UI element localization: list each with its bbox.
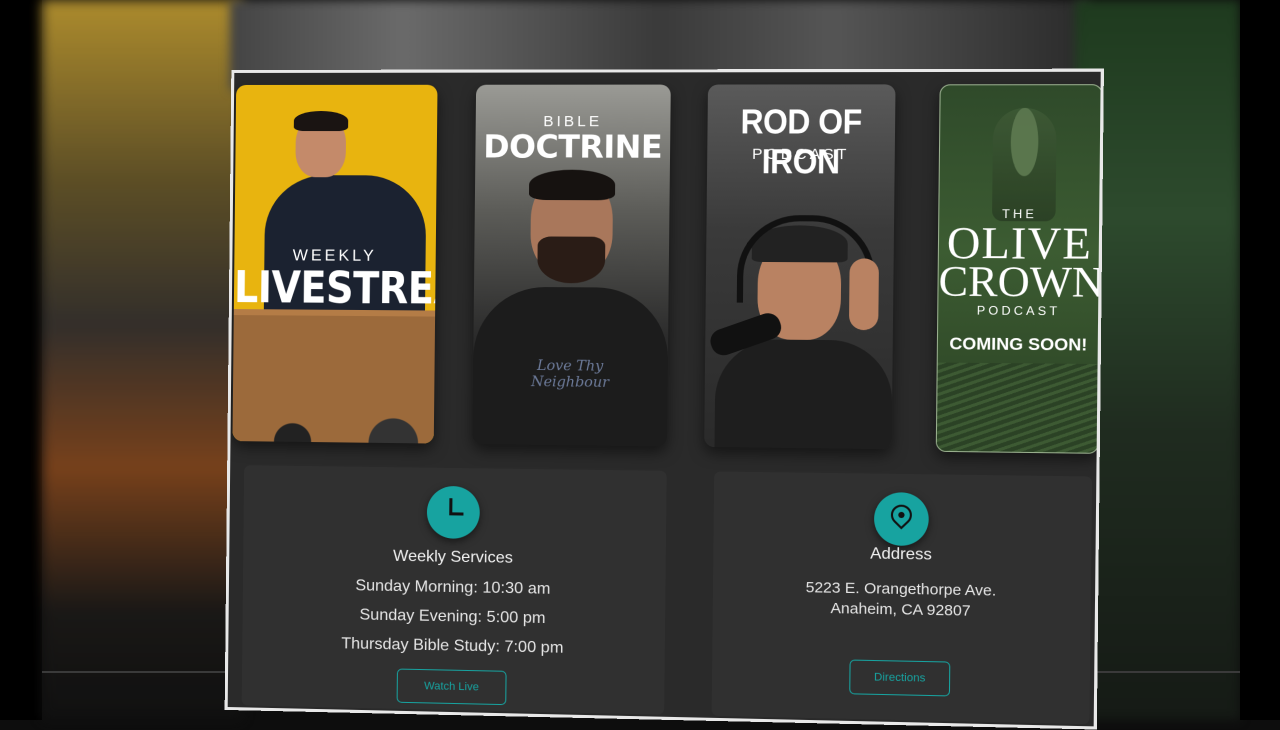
tile-weekly-livestream[interactable]: WEEKLY LIVESTREAM [232,84,438,444]
clock-icon [426,485,481,540]
tile-subtitle: PODCAST [976,303,1061,319]
address-title: Address [870,545,932,564]
service-time-sunday-morning: Sunday Morning: 10:30 am [355,577,551,598]
watch-live-button[interactable]: Watch Live [396,668,507,706]
tile-title: ROD OF IRON [740,102,862,182]
speaker-hair [293,110,349,132]
service-time-thursday: Thursday Bible Study: 7:00 pm [341,635,564,657]
tile-title: LIVESTREAM [233,261,438,315]
engraving-figure [991,107,1057,222]
weekly-services-panel: Weekly Services Sunday Morning: 10:30 am… [241,465,667,715]
tile-rod-of-iron-podcast[interactable]: ROD OF IRON PODCAST [704,84,896,450]
podcaster-shirt [714,339,893,450]
map-pin-icon [873,492,929,547]
host-hair [528,169,616,201]
coming-soon-label: COMING SOON! [949,333,1088,355]
service-time-sunday-evening: Sunday Evening: 5:00 pm [359,606,546,628]
address-panel: Address 5223 E. Orangethorpe Ave. Anahei… [711,471,1093,725]
letterbox-right [1240,0,1280,720]
tile-title-line2: CROWN [938,258,1103,308]
tile-subtitle: PODCAST [751,145,850,164]
directions-button[interactable]: Directions [849,659,951,697]
background-video-left [42,0,242,720]
audience-silhouettes [232,405,435,444]
letterbox-left [0,0,42,720]
raised-hand [848,258,879,331]
engraving-ground [936,362,1099,453]
church-webpage-card: WEEKLY LIVESTREAM Love Thy Neighbour BIB… [224,68,1104,730]
services-title: Weekly Services [392,547,513,567]
tile-subtitle: BIBLE [543,113,603,131]
tile-olive-crown-podcast[interactable]: THE OLIVE CROWN PODCAST COMING SOON! [935,84,1103,454]
host-beard [537,236,606,284]
tile-title: DOCTRINE [483,129,663,166]
address-city: Anaheim, CA 92807 [830,599,971,620]
shirt-print: Love Thy Neighbour [530,357,610,391]
tile-bible-doctrine[interactable]: Love Thy Neighbour BIBLE DOCTRINE [472,84,671,447]
